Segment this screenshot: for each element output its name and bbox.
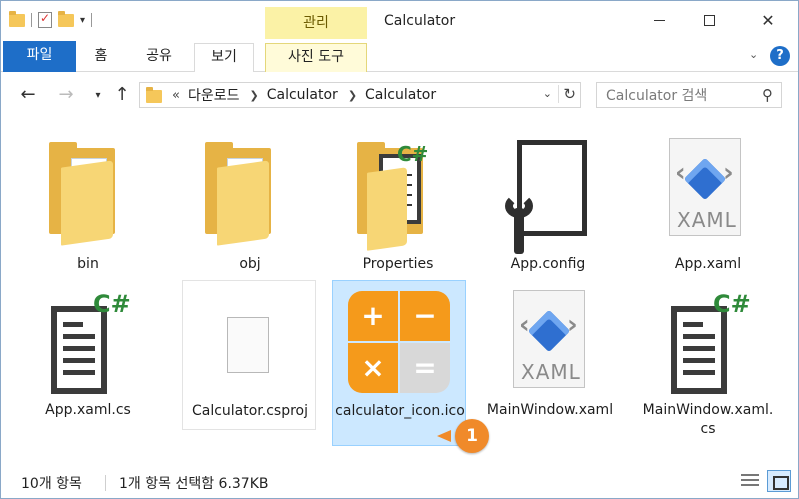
ribbon-tabs: 파일 홈 공유 보기 사진 도구 ⌄ ? bbox=[1, 39, 798, 72]
file-name: Properties bbox=[362, 256, 434, 272]
list-item[interactable]: Calculator.csproj bbox=[182, 280, 316, 430]
customize-toolbar-icon[interactable]: ▾ bbox=[80, 15, 85, 26]
minimize-icon bbox=[653, 19, 665, 21]
file-name: App.config bbox=[510, 256, 586, 272]
list-item[interactable]: C# App.xaml.cs bbox=[21, 278, 155, 428]
list-item[interactable]: obj bbox=[183, 126, 317, 276]
minus-icon: − bbox=[400, 291, 450, 341]
close-button[interactable]: ✕ bbox=[745, 1, 791, 39]
quick-access-toolbar: ▾ bbox=[9, 9, 93, 31]
expand-ribbon-icon[interactable]: ⌄ bbox=[749, 48, 758, 61]
item-count: 10개 항목 bbox=[21, 476, 82, 492]
back-button[interactable]: ← bbox=[17, 84, 39, 105]
list-item[interactable]: C# Properties bbox=[331, 126, 465, 276]
tab-view[interactable]: 보기 bbox=[194, 43, 254, 72]
window-title: Calculator bbox=[384, 13, 456, 29]
csharp-badge: C# bbox=[397, 142, 429, 166]
search-placeholder: Calculator 검색 bbox=[606, 88, 708, 104]
breadcrumb-overflow[interactable]: « bbox=[172, 88, 180, 103]
search-input[interactable]: Calculator 검색 ⚲ bbox=[596, 82, 782, 108]
file-name: MainWindow.xaml.cs bbox=[642, 402, 774, 437]
calculator-icon: + − × = bbox=[348, 291, 450, 393]
title-bar: ▾ 관리 Calculator ✕ bbox=[1, 1, 798, 39]
annotation-arrow bbox=[437, 430, 451, 442]
forward-button[interactable]: → bbox=[55, 84, 77, 105]
breadcrumb-item[interactable]: Calculator bbox=[365, 87, 436, 103]
context-tab-manage[interactable]: 관리 bbox=[265, 7, 367, 39]
tab-home[interactable]: 홈 bbox=[81, 43, 121, 72]
tab-picture-tools[interactable]: 사진 도구 bbox=[265, 43, 367, 72]
folder-icon bbox=[146, 87, 162, 103]
file-name: bin bbox=[77, 256, 99, 272]
maximize-button[interactable] bbox=[686, 1, 732, 39]
close-icon: ✕ bbox=[761, 10, 775, 30]
file-name: obj bbox=[239, 256, 261, 272]
xaml-label: XAML bbox=[521, 360, 581, 384]
list-item[interactable]: + − × = calculator_icon.ico bbox=[332, 280, 466, 446]
status-bar: 10개 항목 1개 항목 선택함 6.37KB bbox=[1, 466, 798, 498]
equals-icon: = bbox=[400, 343, 450, 393]
toolbar-separator bbox=[31, 13, 32, 27]
recent-locations-icon[interactable]: ▾ bbox=[87, 90, 109, 101]
help-icon[interactable]: ? bbox=[770, 46, 790, 66]
csharp-badge: C# bbox=[713, 290, 751, 318]
tab-file[interactable]: 파일 bbox=[3, 41, 76, 72]
refresh-icon[interactable]: ↻ bbox=[558, 85, 576, 103]
explorer-window: ▾ 관리 Calculator ✕ 파일 홈 공유 보기 사진 도구 ⌄ ? ←… bbox=[0, 0, 799, 499]
file-name: App.xaml.cs bbox=[45, 402, 131, 418]
file-name: Calculator.csproj bbox=[191, 403, 309, 419]
breadcrumb-item[interactable]: 다운로드 bbox=[188, 85, 240, 105]
breadcrumb-item[interactable]: Calculator bbox=[267, 87, 338, 103]
csharp-badge: C# bbox=[93, 290, 131, 318]
selection-info: 1개 항목 선택함 6.37KB bbox=[119, 476, 269, 492]
list-item[interactable]: ‹ › XAML App.xaml bbox=[641, 126, 775, 276]
chevron-right-icon[interactable]: ❯ bbox=[348, 89, 357, 102]
annotation-marker: 1 bbox=[455, 419, 489, 453]
file-list: bin obj C# Properties App.config ‹ › XAM… bbox=[1, 118, 798, 461]
file-name: calculator_icon.ico bbox=[335, 403, 465, 419]
details-view-icon[interactable] bbox=[741, 473, 759, 489]
address-dropdown-icon[interactable]: ⌄ bbox=[543, 87, 552, 100]
chevron-right-icon[interactable]: ❯ bbox=[250, 89, 259, 102]
file-name: MainWindow.xaml bbox=[486, 402, 614, 418]
maximize-icon bbox=[703, 14, 715, 26]
new-folder-icon[interactable] bbox=[58, 10, 74, 27]
status-separator bbox=[105, 475, 106, 491]
address-bar[interactable]: « 다운로드 ❯ Calculator ❯ Calculator ⌄ ↻ bbox=[139, 82, 581, 108]
tab-share[interactable]: 공유 bbox=[131, 43, 187, 72]
up-button[interactable]: ↑ bbox=[111, 84, 133, 105]
search-icon[interactable]: ⚲ bbox=[762, 86, 773, 104]
properties-icon[interactable] bbox=[38, 11, 52, 28]
list-item[interactable]: bin bbox=[21, 126, 155, 276]
file-name: App.xaml bbox=[674, 256, 742, 272]
list-item[interactable]: ‹ › XAML MainWindow.xaml bbox=[483, 278, 617, 448]
minimize-button[interactable] bbox=[636, 1, 682, 39]
plus-icon: + bbox=[348, 291, 398, 341]
list-item[interactable]: App.config bbox=[481, 126, 615, 276]
multiply-icon: × bbox=[348, 343, 398, 393]
xaml-label: XAML bbox=[677, 208, 737, 232]
large-icons-view-icon[interactable] bbox=[767, 470, 791, 492]
list-item[interactable]: C# MainWindow.xaml.cs bbox=[641, 278, 775, 448]
folder-icon[interactable] bbox=[9, 10, 25, 27]
navigation-bar: ← → ▾ ↑ « 다운로드 ❯ Calculator ❯ Calculator… bbox=[1, 73, 798, 117]
toolbar-separator bbox=[91, 13, 93, 27]
